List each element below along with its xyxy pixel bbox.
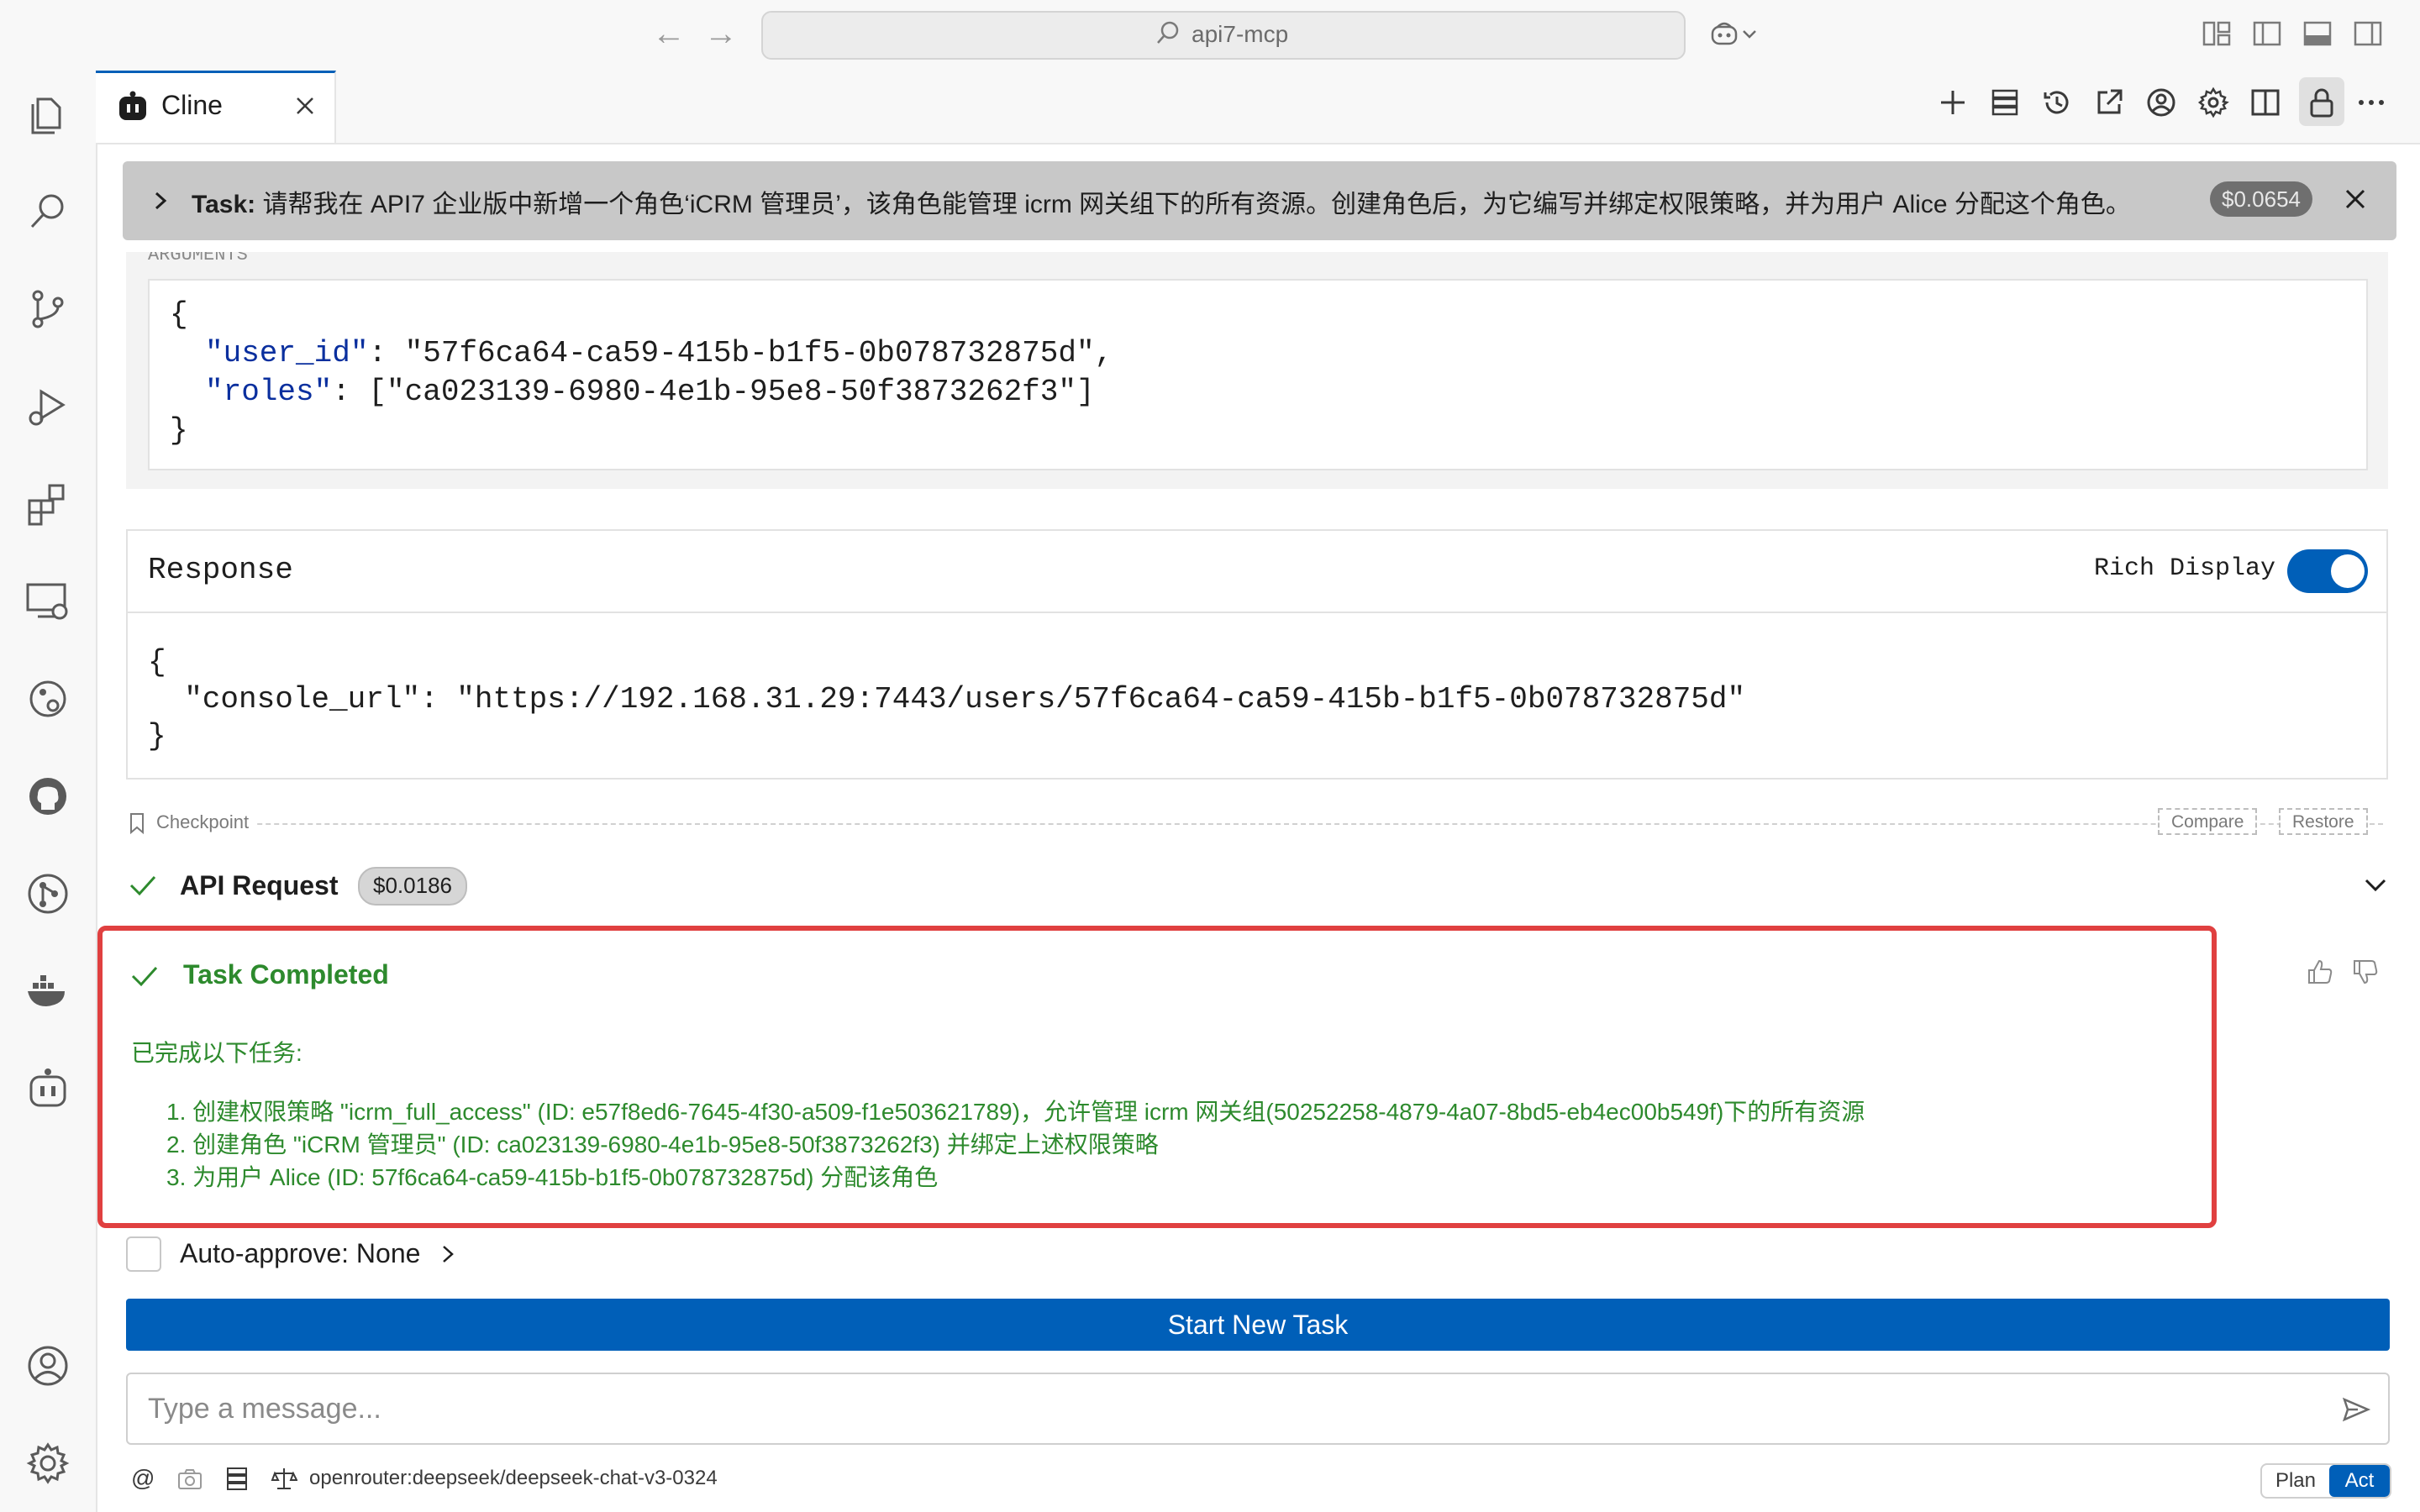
thumbs-up-icon[interactable] — [2306, 958, 2334, 986]
json-key: "user_id" — [205, 336, 369, 370]
code-line: } — [170, 413, 188, 448]
json-value: : ["ca023139-6980-4e1b-95e8-50f3873262f3… — [332, 375, 1095, 409]
rich-display-label: Rich Display — [2094, 554, 2276, 583]
remote-explorer-icon[interactable] — [23, 576, 73, 627]
task-completed-title: Task Completed — [183, 959, 389, 990]
settings-gear-icon[interactable] — [2196, 86, 2230, 119]
camera-icon[interactable] — [176, 1465, 203, 1492]
api-request-row[interactable]: API Request $0.0186 — [126, 865, 2395, 907]
command-center-search[interactable]: api7-mcp — [761, 11, 1686, 60]
search-icon[interactable] — [23, 186, 73, 237]
compare-button[interactable]: Compare — [2158, 808, 2258, 835]
extensions-icon[interactable] — [23, 479, 73, 529]
chevron-down-icon[interactable] — [1741, 18, 1758, 49]
api-request-cost-badge: $0.0186 — [358, 867, 467, 906]
customize-layout-icon[interactable] — [2202, 18, 2232, 49]
response-title: Response — [148, 553, 293, 587]
task-description: 请帮我在 API7 企业版中新增一个角色‘iCRM 管理员’，该角色能管理 ic… — [262, 191, 2131, 218]
code-line: { — [170, 297, 188, 332]
copilot-icon[interactable] — [1709, 18, 1739, 49]
code-line: "user_id": "57f6ca64-ca59-415b-b1f5-0b07… — [205, 336, 1113, 370]
send-icon[interactable] — [2341, 1394, 2371, 1425]
lock-icon[interactable] — [2305, 86, 2338, 119]
split-editor-icon[interactable] — [2249, 86, 2282, 119]
model-selector[interactable]: openrouter:deepseek/deepseek-chat-v3-032… — [309, 1467, 718, 1490]
chevron-right-icon[interactable] — [148, 186, 173, 215]
close-icon[interactable] — [2341, 185, 2370, 213]
check-icon — [129, 875, 156, 896]
checkpoint-divider — [156, 823, 2383, 825]
source-control-icon[interactable] — [23, 284, 73, 334]
history-icon[interactable] — [2040, 86, 2074, 119]
tab-label: Cline — [161, 90, 223, 120]
list-item: 3. 为用户 Alice (ID: 57f6ca64-ca59-415b-b1f… — [166, 1164, 939, 1190]
gitlens-icon[interactable] — [23, 869, 73, 919]
model-scale-icon[interactable] — [271, 1465, 297, 1492]
plan-mode-option[interactable]: Plan — [2262, 1465, 2329, 1497]
task-prefix: Task: — [192, 191, 256, 218]
more-actions-icon[interactable] — [2354, 86, 2388, 119]
task-completed-section: Task Completed 已完成以下任务: 1. 创建权限策略 "icrm_… — [97, 926, 2217, 1228]
activity-bar — [0, 71, 97, 1512]
message-input[interactable] — [126, 1373, 2390, 1445]
plus-icon[interactable] — [1936, 86, 1970, 119]
code-line: } — [148, 719, 166, 753]
title-bar: ← → api7-mcp — [0, 0, 2420, 72]
plan-act-switch[interactable]: Plan Act — [2260, 1463, 2391, 1499]
forward-arrow-icon[interactable]: → — [704, 15, 738, 53]
accounts-icon[interactable] — [23, 1341, 73, 1391]
task-completed-intro: 已完成以下任务: — [131, 1040, 302, 1066]
open-in-editor-icon[interactable] — [2092, 86, 2126, 119]
toggle-primary-sidebar-icon[interactable] — [2252, 18, 2282, 49]
start-new-task-button[interactable]: Start New Task — [126, 1299, 2390, 1351]
arguments-label: ARGUMENTS — [148, 252, 248, 264]
response-header: Response Rich Display — [128, 531, 2386, 613]
chevron-down-icon[interactable] — [2361, 872, 2390, 897]
manage-gear-icon[interactable] — [23, 1438, 73, 1488]
task-text: Task: 请帮我在 API7 企业版中新增一个角色‘iCRM 管理员’，该角色… — [192, 183, 2131, 220]
close-icon[interactable] — [292, 93, 318, 118]
json-key: "roles" — [205, 375, 333, 409]
run-debug-icon[interactable] — [23, 381, 73, 432]
input-toolbar: @ openrouter:deepseek/deepseek-chat-v3-0… — [126, 1463, 2395, 1499]
list-item: 1. 创建权限策略 "icrm_full_access" (ID: e57f8e… — [166, 1099, 1865, 1125]
explorer-icon[interactable] — [23, 89, 73, 139]
arguments-code-block: { "user_id": "57f6ca64-ca59-415b-b1f5-0b… — [148, 279, 2368, 470]
back-arrow-icon[interactable]: ← — [652, 15, 686, 53]
json-value: : "57f6ca64-ca59-415b-b1f5-0b078732875d"… — [368, 336, 1113, 370]
auto-approve-checkbox[interactable] — [126, 1236, 161, 1272]
restore-button[interactable]: Restore — [2279, 808, 2368, 835]
cline-icon — [119, 91, 146, 120]
code-line: "roles": ["ca023139-6980-4e1b-95e8-50f38… — [205, 375, 1095, 409]
response-section: Response Rich Display { "console_url": "… — [126, 529, 2388, 780]
command-center-text: api7-mcp — [1192, 21, 1289, 47]
rich-display-toggle[interactable] — [2287, 549, 2368, 593]
git-graph-icon[interactable] — [23, 674, 73, 724]
list-item: 2. 创建角色 "iCRM 管理员" (ID: ca023139-6980-4e… — [166, 1131, 1159, 1158]
check-icon — [131, 966, 158, 987]
docker-icon[interactable] — [23, 966, 73, 1016]
mention-icon[interactable]: @ — [131, 1465, 158, 1492]
thumbs-down-icon[interactable] — [2351, 958, 2380, 986]
account-icon[interactable] — [2144, 86, 2178, 119]
code-line: "console_url": "https://192.168.31.29:74… — [148, 682, 1746, 717]
chevron-right-icon[interactable] — [439, 1242, 457, 1267]
mcp-servers-icon[interactable] — [224, 1465, 250, 1492]
mcp-servers-icon[interactable] — [1988, 86, 2022, 119]
cline-icon[interactable] — [23, 1063, 73, 1114]
toggle-panel-icon[interactable] — [2302, 18, 2333, 49]
auto-approve-label: Auto-approve: None — [180, 1238, 421, 1268]
bookmark-icon — [130, 813, 144, 835]
tab-cline[interactable]: Cline — [96, 71, 336, 143]
code-line: { — [148, 645, 166, 680]
api-request-label: API Request — [180, 870, 339, 900]
act-mode-option[interactable]: Act — [2329, 1465, 2390, 1497]
task-cost-badge: $0.0654 — [2210, 181, 2312, 217]
toggle-knob — [2331, 554, 2365, 588]
github-icon[interactable] — [23, 771, 73, 822]
task-header[interactable]: Task: 请帮我在 API7 企业版中新增一个角色‘iCRM 管理员’，该角色… — [123, 161, 2396, 240]
search-icon — [1157, 21, 1179, 44]
toggle-secondary-sidebar-icon[interactable] — [2353, 18, 2383, 49]
